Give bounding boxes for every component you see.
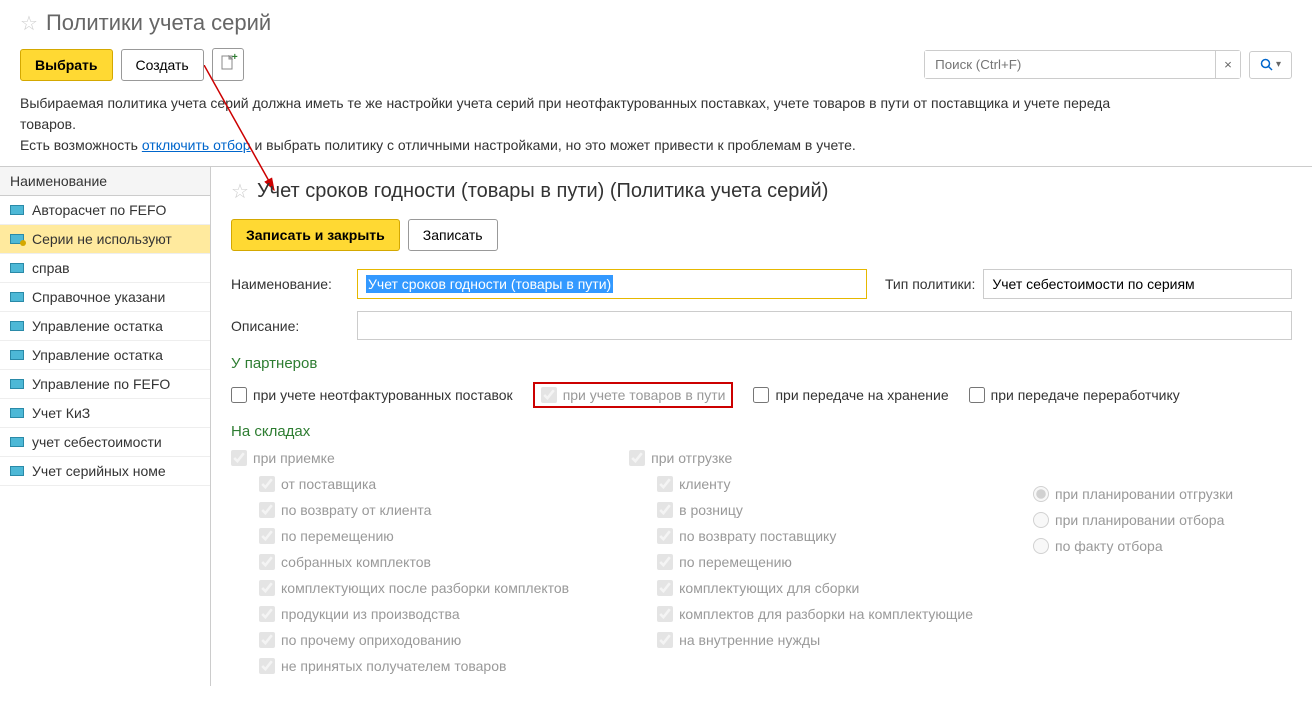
disable-filter-link[interactable]: отключить отбор (142, 137, 251, 153)
search-box: × (924, 50, 1241, 79)
save-close-button[interactable]: Записать и закрыть (231, 219, 400, 251)
item-icon (10, 263, 24, 273)
cb-components[interactable]: комплектующих после разборки комплектов (259, 580, 569, 596)
warehouses-section-title: На складах (231, 423, 1292, 440)
item-icon (10, 437, 24, 447)
cb-storage[interactable]: при передаче на хранение (753, 382, 948, 408)
list-item[interactable]: Управление остатка (0, 341, 210, 370)
cb-unfactured[interactable]: при учете неотфактурованных поставок (231, 382, 513, 408)
cb-disassembly[interactable]: комплектов для разборки на комплектующие (657, 606, 973, 622)
list-item[interactable]: Учет серийных номе (0, 457, 210, 486)
cb-kits[interactable]: собранных комплектов (259, 554, 569, 570)
cb-return-supplier[interactable]: по возврату поставщику (657, 528, 973, 544)
list-item[interactable]: учет себестоимости (0, 428, 210, 457)
main-toolbar: Выбрать Создать + × ▾ (0, 36, 1312, 93)
select-button[interactable]: Выбрать (20, 49, 113, 81)
cb-receive[interactable]: при приемке (231, 450, 569, 466)
list-item[interactable]: Авторасчет по FEFO (0, 196, 210, 225)
form-title: Учет сроков годности (товары в пути) (По… (257, 180, 828, 203)
list-item[interactable]: Учет КиЗ (0, 399, 210, 428)
chevron-down-icon: ▾ (1276, 59, 1281, 70)
cb-from-supplier[interactable]: от поставщика (259, 476, 569, 492)
radio-plan-ship[interactable]: при планировании отгрузки (1033, 486, 1233, 502)
cb-move-in[interactable]: по перемещению (259, 528, 569, 544)
cb-ship[interactable]: при отгрузке (629, 450, 973, 466)
item-icon (10, 350, 24, 360)
cb-in-transit[interactable]: при учете товаров в пути (533, 382, 734, 408)
list-item[interactable]: справ (0, 254, 210, 283)
favorite-star-icon[interactable]: ☆ (231, 179, 249, 204)
item-icon (10, 321, 24, 331)
item-icon (10, 379, 24, 389)
name-input[interactable]: Учет сроков годности (товары в пути) (357, 269, 867, 299)
magnifier-icon (1260, 58, 1274, 72)
search-input[interactable] (925, 51, 1215, 78)
copy-button[interactable]: + (212, 48, 244, 81)
cb-move-out[interactable]: по перемещению (657, 554, 973, 570)
cb-production[interactable]: продукции из производства (259, 606, 569, 622)
item-icon (10, 234, 24, 244)
cb-retail[interactable]: в розницу (657, 502, 973, 518)
cb-not-accepted[interactable]: не принятых получателем товаров (259, 658, 569, 674)
cb-to-client[interactable]: клиенту (657, 476, 973, 492)
name-label: Наименование: (231, 276, 349, 292)
create-button[interactable]: Создать (121, 49, 204, 81)
item-icon (10, 205, 24, 215)
cb-internal[interactable]: на внутренние нужды (657, 632, 973, 648)
list-item[interactable]: Справочное указани (0, 283, 210, 312)
cb-assembly[interactable]: комплектующих для сборки (657, 580, 973, 596)
cb-return-client[interactable]: по возврату от клиента (259, 502, 569, 518)
list-item[interactable]: Серии не используют (0, 225, 210, 254)
info-text: Выбираемая политика учета серий должна и… (0, 93, 1312, 166)
cb-other-receipt[interactable]: по прочему оприходованию (259, 632, 569, 648)
description-label: Описание: (231, 318, 349, 334)
item-icon (10, 408, 24, 418)
policy-type-input[interactable] (983, 269, 1292, 299)
search-clear-button[interactable]: × (1215, 51, 1240, 78)
form-panel: ☆ Учет сроков годности (товары в пути) (… (211, 167, 1312, 686)
sidebar: Наименование Авторасчет по FEFO Серии не… (0, 167, 211, 686)
radio-fact-pick[interactable]: по факту отбора (1033, 538, 1233, 554)
column-header[interactable]: Наименование (0, 167, 210, 196)
policy-type-label: Тип политики: (885, 276, 975, 292)
save-button[interactable]: Записать (408, 219, 498, 251)
search-dropdown-button[interactable]: ▾ (1249, 51, 1292, 79)
cb-processor[interactable]: при передаче переработчику (969, 382, 1180, 408)
document-icon: + (221, 55, 235, 74)
description-input[interactable] (357, 311, 1292, 340)
page-header: ☆ Политики учета серий (0, 0, 1312, 36)
page-title: Политики учета серий (46, 10, 271, 36)
list-item[interactable]: Управление по FEFO (0, 370, 210, 399)
item-icon (10, 466, 24, 476)
radio-plan-pick[interactable]: при планировании отбора (1033, 512, 1233, 528)
item-icon (10, 292, 24, 302)
list-item[interactable]: Управление остатка (0, 312, 210, 341)
favorite-star-icon[interactable]: ☆ (20, 11, 38, 36)
partners-section-title: У партнеров (231, 355, 1292, 372)
